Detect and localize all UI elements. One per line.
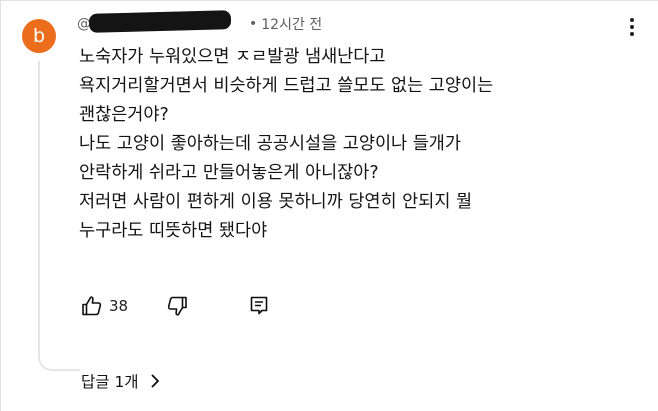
avatar-letter: b	[32, 25, 46, 47]
comment-card: b @ • 12시간 전 노숙자가 누워있으면 ㅈㄹ발광 냄새난다고 욕지거리할…	[0, 0, 658, 411]
replies-label: 답글 1개	[81, 373, 139, 391]
comment-header: @ • 12시간 전	[77, 10, 322, 35]
comment-timestamp[interactable]: 12시간 전	[261, 14, 322, 34]
author-handle[interactable]: @	[77, 10, 232, 33]
comment-text-line: 괜찮은거야?	[79, 105, 169, 125]
header-separator: •	[249, 16, 258, 32]
reply-comment-icon[interactable]	[244, 291, 274, 321]
comment-text-line: 욕지거리할거면서 비슷하게 드럽고 쓸모도 없는 고양이는	[79, 76, 494, 96]
view-replies-button[interactable]: 답글 1개	[81, 369, 161, 393]
like-count: 38	[109, 297, 129, 315]
thumbs-up-icon[interactable]	[77, 291, 107, 321]
more-vertical-icon[interactable]	[622, 15, 642, 39]
comment-text-line: 노숙자가 누워있으면 ㅈㄹ발광 냄새난다고	[79, 47, 386, 67]
menu-dot	[630, 25, 634, 29]
comment-text-line: 안락하게 쉬라고 만들어놓은게 아니잖아?	[79, 163, 379, 183]
thumbs-down-icon[interactable]	[162, 291, 192, 321]
menu-dot	[630, 18, 634, 22]
comment-text-line: 나도 고양이 좋아하는데 공공시설을 고양이나 들개가	[79, 134, 462, 154]
avatar[interactable]: b	[22, 19, 56, 53]
comment-text-line: 저러면 사람이 편하게 이용 못하니까 당연히 안되지 뭘	[79, 192, 473, 212]
comment-actions: 38	[77, 291, 274, 321]
comment-text-line: 누구라도 띠뜻하면 됐다야	[79, 221, 268, 241]
redaction-scribble	[88, 10, 232, 33]
comment-body: 노숙자가 누워있으면 ㅈㄹ발광 냄새난다고 욕지거리할거면서 비슷하게 드럽고 …	[79, 43, 649, 246]
reply-thread-line	[38, 61, 80, 371]
chevron-right-icon	[149, 374, 161, 388]
menu-dot	[630, 32, 634, 36]
